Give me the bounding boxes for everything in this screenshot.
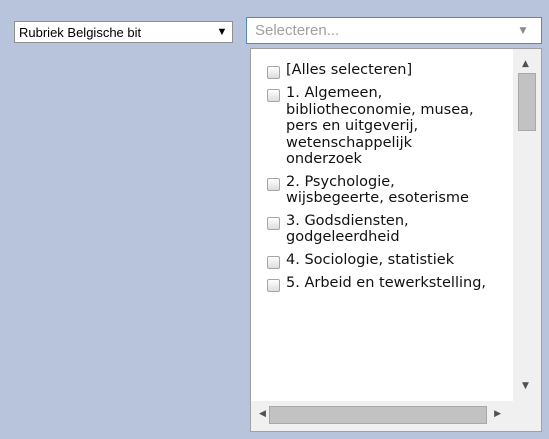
value-multiselect[interactable]: Selecteren... ▼ xyxy=(246,17,542,44)
category-filter-select[interactable]: Rubriek Belgische bit ▼ xyxy=(14,21,233,43)
scroll-left-icon[interactable]: ◀ xyxy=(259,409,266,419)
horizontal-scrollbar[interactable]: ◀ ▶ xyxy=(251,401,513,431)
multiselect-dropdown-panel: [Alles selecteren] 1. Algemeen, biblioth… xyxy=(250,48,542,432)
option-item[interactable]: 4. Sociologie, statistiek xyxy=(267,252,509,269)
vertical-scrollbar[interactable]: ▲ ▼ xyxy=(513,49,541,401)
option-label: 1. Algemeen, bibliotheconomie, musea, pe… xyxy=(286,85,474,167)
horizontal-scroll-thumb[interactable] xyxy=(269,406,487,424)
option-item[interactable]: 3. Godsdiensten, godgeleerdheid xyxy=(267,213,509,246)
page: { "filter_select": { "value": "Rubriek B… xyxy=(0,0,549,439)
scroll-right-icon[interactable]: ▶ xyxy=(494,409,501,419)
checkbox[interactable] xyxy=(267,216,280,230)
chevron-down-icon[interactable]: ▼ xyxy=(513,26,533,36)
category-filter-value: Rubriek Belgische bit xyxy=(19,24,142,40)
scroll-up-icon[interactable]: ▲ xyxy=(522,59,529,69)
option-item[interactable]: 5. Arbeid en tewerkstelling, xyxy=(267,275,509,292)
option-label: 2. Psychologie, wijsbegeerte, esoterisme xyxy=(286,173,469,207)
dropdown-arrow-icon: ▼ xyxy=(216,26,228,38)
option-label: 4. Sociologie, statistiek xyxy=(286,251,455,268)
vertical-scroll-thumb[interactable] xyxy=(518,73,536,131)
option-label: 5. Arbeid en tewerkstelling, xyxy=(286,274,487,291)
scroll-down-icon[interactable]: ▼ xyxy=(522,381,529,391)
option-list: [Alles selecteren] 1. Algemeen, biblioth… xyxy=(251,49,509,401)
option-label: [Alles selecteren] xyxy=(286,62,413,78)
option-label: 3. Godsdiensten, godgeleerdheid xyxy=(286,212,409,246)
multiselect-placeholder: Selecteren... xyxy=(255,22,340,39)
option-item[interactable]: 1. Algemeen, bibliotheconomie, musea, pe… xyxy=(267,85,509,168)
option-item[interactable]: 2. Psychologie, wijsbegeerte, esoterisme xyxy=(267,174,509,207)
checkbox[interactable] xyxy=(267,255,280,269)
scrollbar-corner xyxy=(513,401,541,431)
checkbox[interactable] xyxy=(267,278,280,292)
option-select-all[interactable]: [Alles selecteren] xyxy=(267,62,509,79)
checkbox[interactable] xyxy=(267,66,280,79)
checkbox[interactable] xyxy=(267,89,280,102)
checkbox[interactable] xyxy=(267,177,280,191)
